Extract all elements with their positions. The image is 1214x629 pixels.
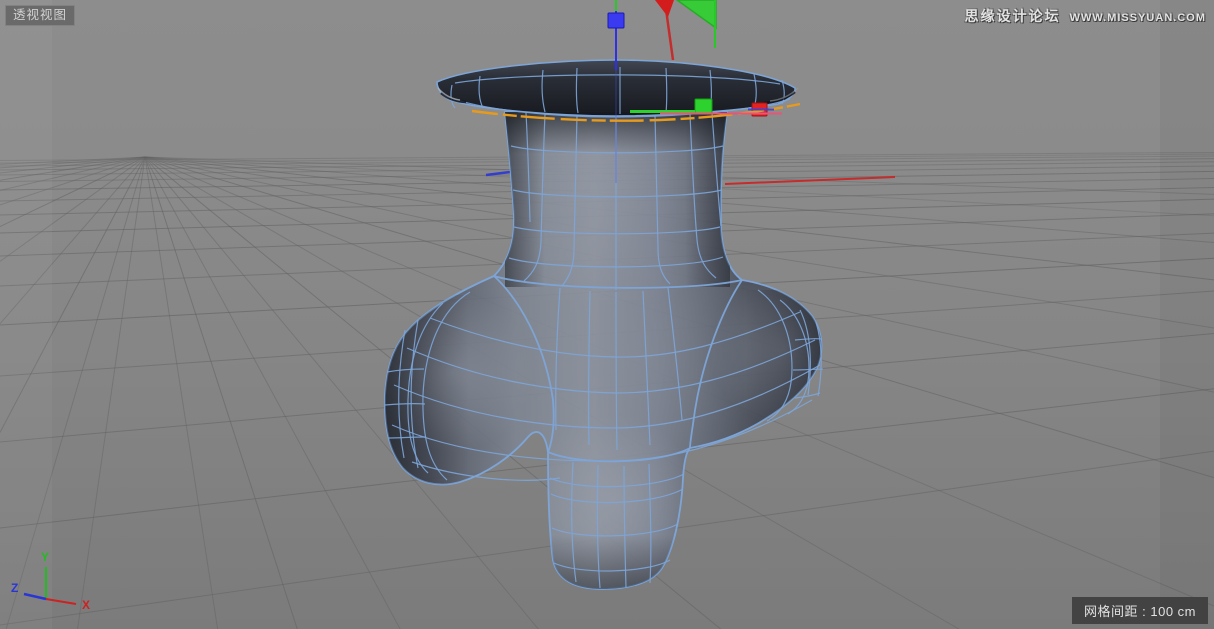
triad-z-label: Z [11, 581, 18, 595]
scene-canvas[interactable] [0, 0, 1214, 629]
world-axis-triad: Y X Z [8, 547, 108, 619]
triad-x-axis [46, 599, 76, 604]
triad-z-axis [24, 594, 46, 599]
grid-spacing-badge: 网格间距 : 100 cm [1072, 597, 1208, 624]
watermark-forum-url: WWW.MISSYUAN.COM [1070, 12, 1206, 24]
triad-x-label: X [82, 598, 90, 612]
viewport-label: 透视视图 [5, 5, 75, 26]
watermark-forum-name: 思缘设计论坛 [965, 6, 1061, 26]
gizmo-handle-green[interactable] [695, 99, 712, 114]
watermark: 思缘设计论坛 WWW.MISSYUAN.COM [965, 6, 1206, 26]
triad-y-label: Y [41, 550, 49, 564]
gizmo-handle-blue[interactable] [608, 13, 624, 28]
viewport-3d[interactable]: 透视视图 思缘设计论坛 WWW.MISSYUAN.COM 网格间距 : 100 … [0, 0, 1214, 629]
